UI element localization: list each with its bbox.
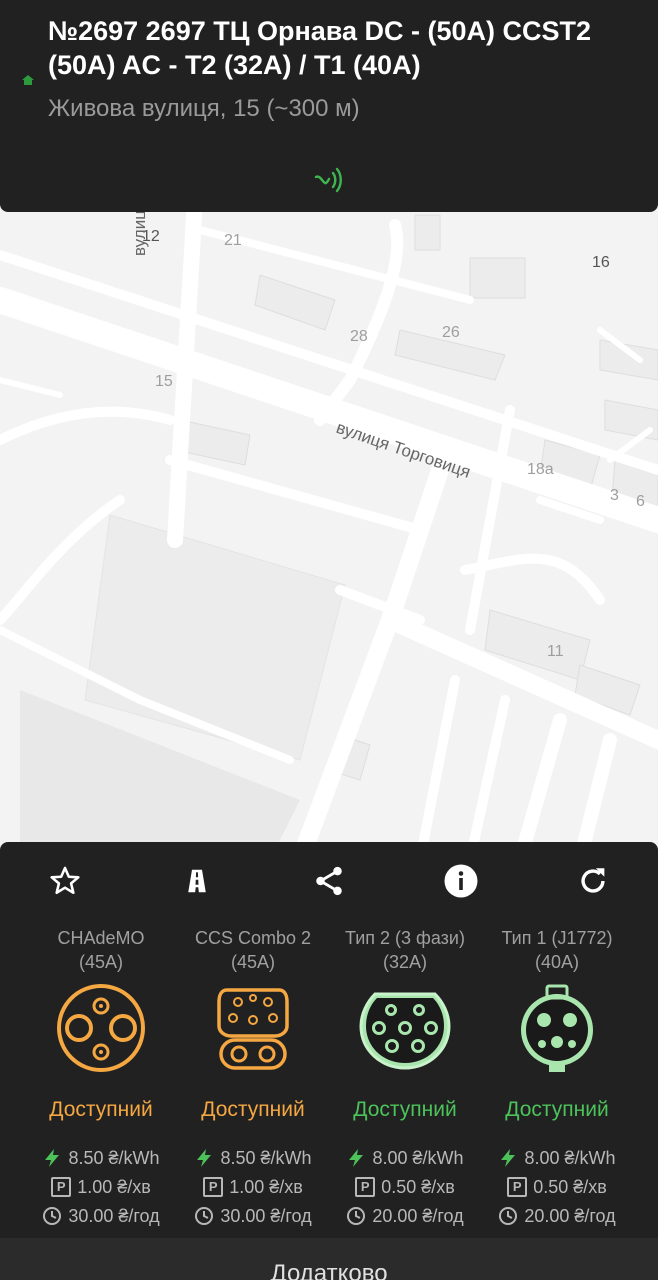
home-icon [22,75,34,85]
time-price: 30.00 ₴/год [68,1206,160,1226]
time-price-row: 30.00 ₴/год [177,1204,329,1228]
clock-icon [195,1207,214,1225]
nfc-icon[interactable] [312,163,346,195]
station-header: №2697 2697 ТЦ Орнава DC - (50A) CCST2 (5… [0,0,658,212]
share-button[interactable] [304,856,354,906]
lightning-icon [45,1149,60,1167]
parking-icon: P [51,1177,72,1197]
energy-price: 8.00 ₴/kWh [524,1148,616,1168]
parking-icon: P [507,1177,528,1197]
connector-power-label: (40A) [534,952,579,972]
connector-status: Доступний [505,1098,609,1121]
connector-power-label: (45A) [78,952,123,972]
energy-price-row: 8.00 ₴/kWh [481,1146,633,1170]
info-button[interactable] [436,856,486,906]
more-details-label: Додатково [270,1260,388,1280]
house-number-label: 11 [547,643,564,660]
parking-price: 0.50 ₴/хв [533,1177,607,1197]
lightning-icon [501,1149,516,1167]
connector-type-2[interactable]: Тип 2 (3 фази) (32A) Доступний [329,926,481,1123]
connector-power-label: (32A) [382,952,427,972]
favorite-button[interactable] [40,856,90,906]
parking-price: 0.50 ₴/хв [381,1177,455,1197]
action-toolbar [0,856,658,906]
energy-price: 8.50 ₴/kWh [68,1148,160,1168]
time-price-row: 30.00 ₴/год [25,1204,177,1228]
time-price-row: 20.00 ₴/год [329,1204,481,1228]
refresh-button[interactable] [568,856,618,906]
connector-name: Тип 2 (3 фази) (32A) [329,926,481,974]
road-icon [188,869,206,893]
type-2-plug-icon [359,992,451,1070]
connector-type-label: CHAdeMO [57,928,145,948]
connector-chademo[interactable]: CHAdeMO (45A) Доступний [25,926,177,1123]
connector-power-label: (45A) [230,952,275,972]
station-title: №2697 2697 ТЦ Орнава DC - (50A) CCST2 (5… [48,16,592,80]
connector-type-1-j1772[interactable]: Тип 1 (J1772) (40A) Доступний [481,926,633,1123]
energy-price: 8.00 ₴/kWh [372,1148,464,1168]
route-button[interactable] [172,856,222,906]
time-price: 20.00 ₴/год [524,1206,616,1226]
connector-name: Тип 1 (J1772) (40A) [481,926,633,974]
energy-price-row: 8.00 ₴/kWh [329,1146,481,1170]
type-1-plug-icon [521,984,593,1072]
connector-status: Доступний [49,1098,153,1121]
clock-icon [499,1207,518,1225]
house-number-label: 28 [350,328,368,345]
parking-price-row: P 0.50 ₴/хв [329,1175,481,1199]
share-icon [316,866,342,896]
house-number-label: 16 [592,254,610,271]
connector-status: Доступний [201,1098,305,1121]
ccs-combo-plug-icon [217,988,289,1070]
clock-icon [43,1207,62,1225]
star-icon [50,866,80,895]
parking-icon: P [203,1177,224,1197]
parking-price-row: P 1.00 ₴/хв [177,1175,329,1199]
parking-price-row: P 1.00 ₴/хв [25,1175,177,1199]
lightning-icon [349,1149,364,1167]
connector-ccs-combo-2[interactable]: CCS Combo 2 (45A) Доступний [177,926,329,1123]
app-root: 12 21 16 28 26 15 18а 3 6 11 вулиця Шашк… [0,0,658,1280]
energy-price: 8.50 ₴/kWh [220,1148,312,1168]
energy-price-row: 8.50 ₴/kWh [177,1146,329,1170]
parking-price: 1.00 ₴/хв [229,1177,303,1197]
time-price: 20.00 ₴/год [372,1206,464,1226]
energy-price-row: 8.50 ₴/kWh [25,1146,177,1170]
connector-type-label: Тип 1 (J1772) [501,928,613,948]
house-number-label: 18а [527,461,554,478]
connector-status: Доступний [353,1098,457,1121]
more-details-button[interactable]: Додатково [0,1238,658,1280]
connector-name: CCS Combo 2 (45A) [177,926,329,974]
house-number-label: 26 [442,324,460,341]
clock-icon [347,1207,366,1225]
house-number-label: 6 [636,493,645,510]
time-price-row: 20.00 ₴/год [481,1204,633,1228]
station-details-panel: CHAdeMO (45A) Доступний CCS Combo 2 (45A… [0,842,658,1280]
time-price: 30.00 ₴/год [220,1206,312,1226]
house-number-label: 3 [610,487,619,504]
parking-price: 1.00 ₴/хв [77,1177,151,1197]
parking-price-row: P 0.50 ₴/хв [481,1175,633,1199]
refresh-icon [581,868,605,893]
station-address: Живова вулиця, 15 (~300 м) [48,95,360,122]
connector-type-label: CCS Combo 2 [194,928,312,948]
connector-type-label: Тип 2 (3 фази) [345,928,465,948]
lightning-icon [197,1149,212,1167]
house-number-label: 21 [224,232,242,249]
parking-icon: P [355,1177,376,1197]
info-icon [444,864,478,898]
chademo-plug-icon [57,984,145,1072]
house-number-label: 15 [155,373,173,390]
connector-name: CHAdeMO (45A) [25,926,177,974]
